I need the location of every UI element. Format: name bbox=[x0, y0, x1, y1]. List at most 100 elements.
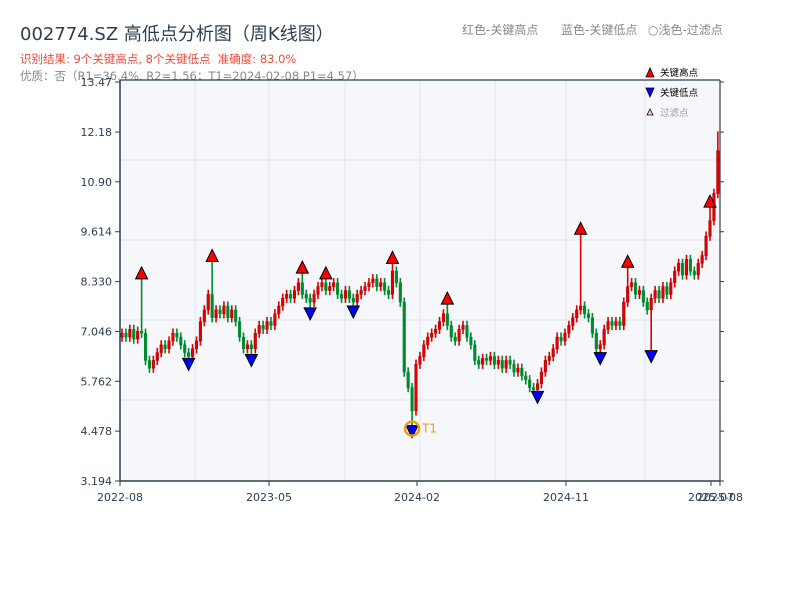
candle-body bbox=[324, 282, 328, 291]
candle-body bbox=[257, 325, 261, 334]
candle-body bbox=[316, 286, 320, 295]
candle-body bbox=[449, 325, 453, 338]
candle-body bbox=[645, 301, 649, 311]
candle-body bbox=[559, 336, 563, 342]
candle-body bbox=[124, 332, 128, 338]
candle-body bbox=[187, 352, 191, 357]
candle-body bbox=[696, 263, 700, 276]
candle-body bbox=[477, 360, 481, 365]
candle-body bbox=[653, 290, 657, 299]
candle-body bbox=[183, 344, 187, 353]
candle-body bbox=[422, 344, 426, 357]
candle-body bbox=[481, 358, 485, 365]
candle-body bbox=[543, 360, 547, 373]
candle-body bbox=[351, 298, 355, 303]
candle-body bbox=[265, 321, 269, 330]
candle-body bbox=[289, 294, 293, 299]
candle-body bbox=[606, 321, 610, 330]
candle-body bbox=[218, 309, 222, 315]
candle-body bbox=[649, 298, 653, 311]
candle-body bbox=[618, 321, 622, 326]
candle-body bbox=[488, 356, 493, 361]
candle-body bbox=[343, 290, 347, 299]
candle-body bbox=[598, 344, 602, 350]
candle-body bbox=[684, 259, 689, 276]
candle-body bbox=[504, 360, 508, 369]
candle-body bbox=[414, 364, 418, 412]
candle-body bbox=[171, 332, 175, 342]
candle-body bbox=[191, 348, 195, 357]
candle-body bbox=[379, 282, 383, 287]
candle-body bbox=[226, 305, 230, 318]
candle-body bbox=[261, 325, 265, 330]
y-tick-label: 8.330 bbox=[81, 276, 113, 289]
candle-body bbox=[222, 305, 226, 315]
candle-body bbox=[167, 340, 171, 350]
candle-body bbox=[677, 263, 681, 272]
candle-body bbox=[535, 383, 540, 390]
candle-body bbox=[571, 317, 575, 326]
candle-body bbox=[496, 360, 500, 365]
candle-body bbox=[249, 344, 253, 350]
candle-body bbox=[485, 358, 489, 361]
candle-body bbox=[602, 329, 606, 346]
candle-body bbox=[292, 290, 297, 299]
candle-body bbox=[437, 321, 442, 330]
candle-body bbox=[622, 301, 626, 326]
candle-body bbox=[383, 282, 387, 291]
candle-body bbox=[147, 360, 151, 369]
x-ticks: 2022-08 2023-05 2024-02 2024-11 2025-072025-… bbox=[97, 481, 743, 504]
candle-body bbox=[214, 309, 218, 318]
x-tick-label: 2023-05 bbox=[246, 491, 292, 504]
candle-body bbox=[539, 371, 543, 384]
candle-body bbox=[708, 220, 712, 237]
candle-body bbox=[159, 344, 163, 353]
candle-body bbox=[626, 286, 630, 303]
candle-body bbox=[155, 352, 159, 361]
legend-high-label: 关键高点 bbox=[660, 67, 699, 79]
t1-label: T1 bbox=[421, 422, 437, 436]
candle-body bbox=[461, 325, 465, 330]
candle-body bbox=[630, 282, 634, 287]
candle-body bbox=[375, 278, 379, 287]
candle-body bbox=[277, 305, 281, 315]
candle-body bbox=[441, 313, 445, 322]
candle-body bbox=[579, 305, 583, 311]
candle-body bbox=[704, 235, 708, 256]
legend-high-icon bbox=[645, 67, 655, 78]
candle-body bbox=[245, 344, 249, 350]
candle-body bbox=[234, 309, 238, 322]
candle-body bbox=[418, 356, 422, 365]
candle-body bbox=[512, 364, 516, 373]
y-tick-label: 10.90 bbox=[81, 176, 113, 189]
candle-body bbox=[520, 367, 524, 377]
candle-body bbox=[230, 309, 234, 318]
candle-body bbox=[304, 294, 308, 299]
candle-body bbox=[434, 329, 438, 334]
candle-body bbox=[637, 290, 641, 295]
candle-body bbox=[371, 278, 375, 283]
candle-body bbox=[528, 379, 532, 388]
y-tick-label: 12.18 bbox=[81, 126, 113, 139]
candle-body bbox=[410, 387, 414, 412]
candle-body bbox=[700, 255, 704, 264]
y-tick-label: 5.762 bbox=[81, 375, 113, 388]
candle-body bbox=[163, 344, 167, 350]
candle-body bbox=[285, 294, 289, 299]
candle-body bbox=[312, 294, 316, 303]
candle-body bbox=[132, 329, 136, 340]
candle-body bbox=[673, 270, 677, 283]
y-tick-label: 4.478 bbox=[81, 425, 113, 438]
candle-body bbox=[661, 286, 665, 299]
candle-body bbox=[363, 286, 367, 291]
legend-filtered-label: 过滤点 bbox=[660, 107, 689, 119]
candle-body bbox=[465, 325, 469, 338]
candle-body bbox=[143, 332, 148, 361]
x-tick-label: 2022-08 bbox=[97, 491, 143, 504]
candle-body bbox=[716, 150, 720, 194]
candle-body bbox=[614, 321, 618, 326]
candle-body bbox=[590, 317, 594, 334]
candle-body bbox=[175, 332, 179, 338]
candle-body bbox=[269, 321, 273, 326]
y-tick-label: 9.614 bbox=[81, 226, 113, 239]
